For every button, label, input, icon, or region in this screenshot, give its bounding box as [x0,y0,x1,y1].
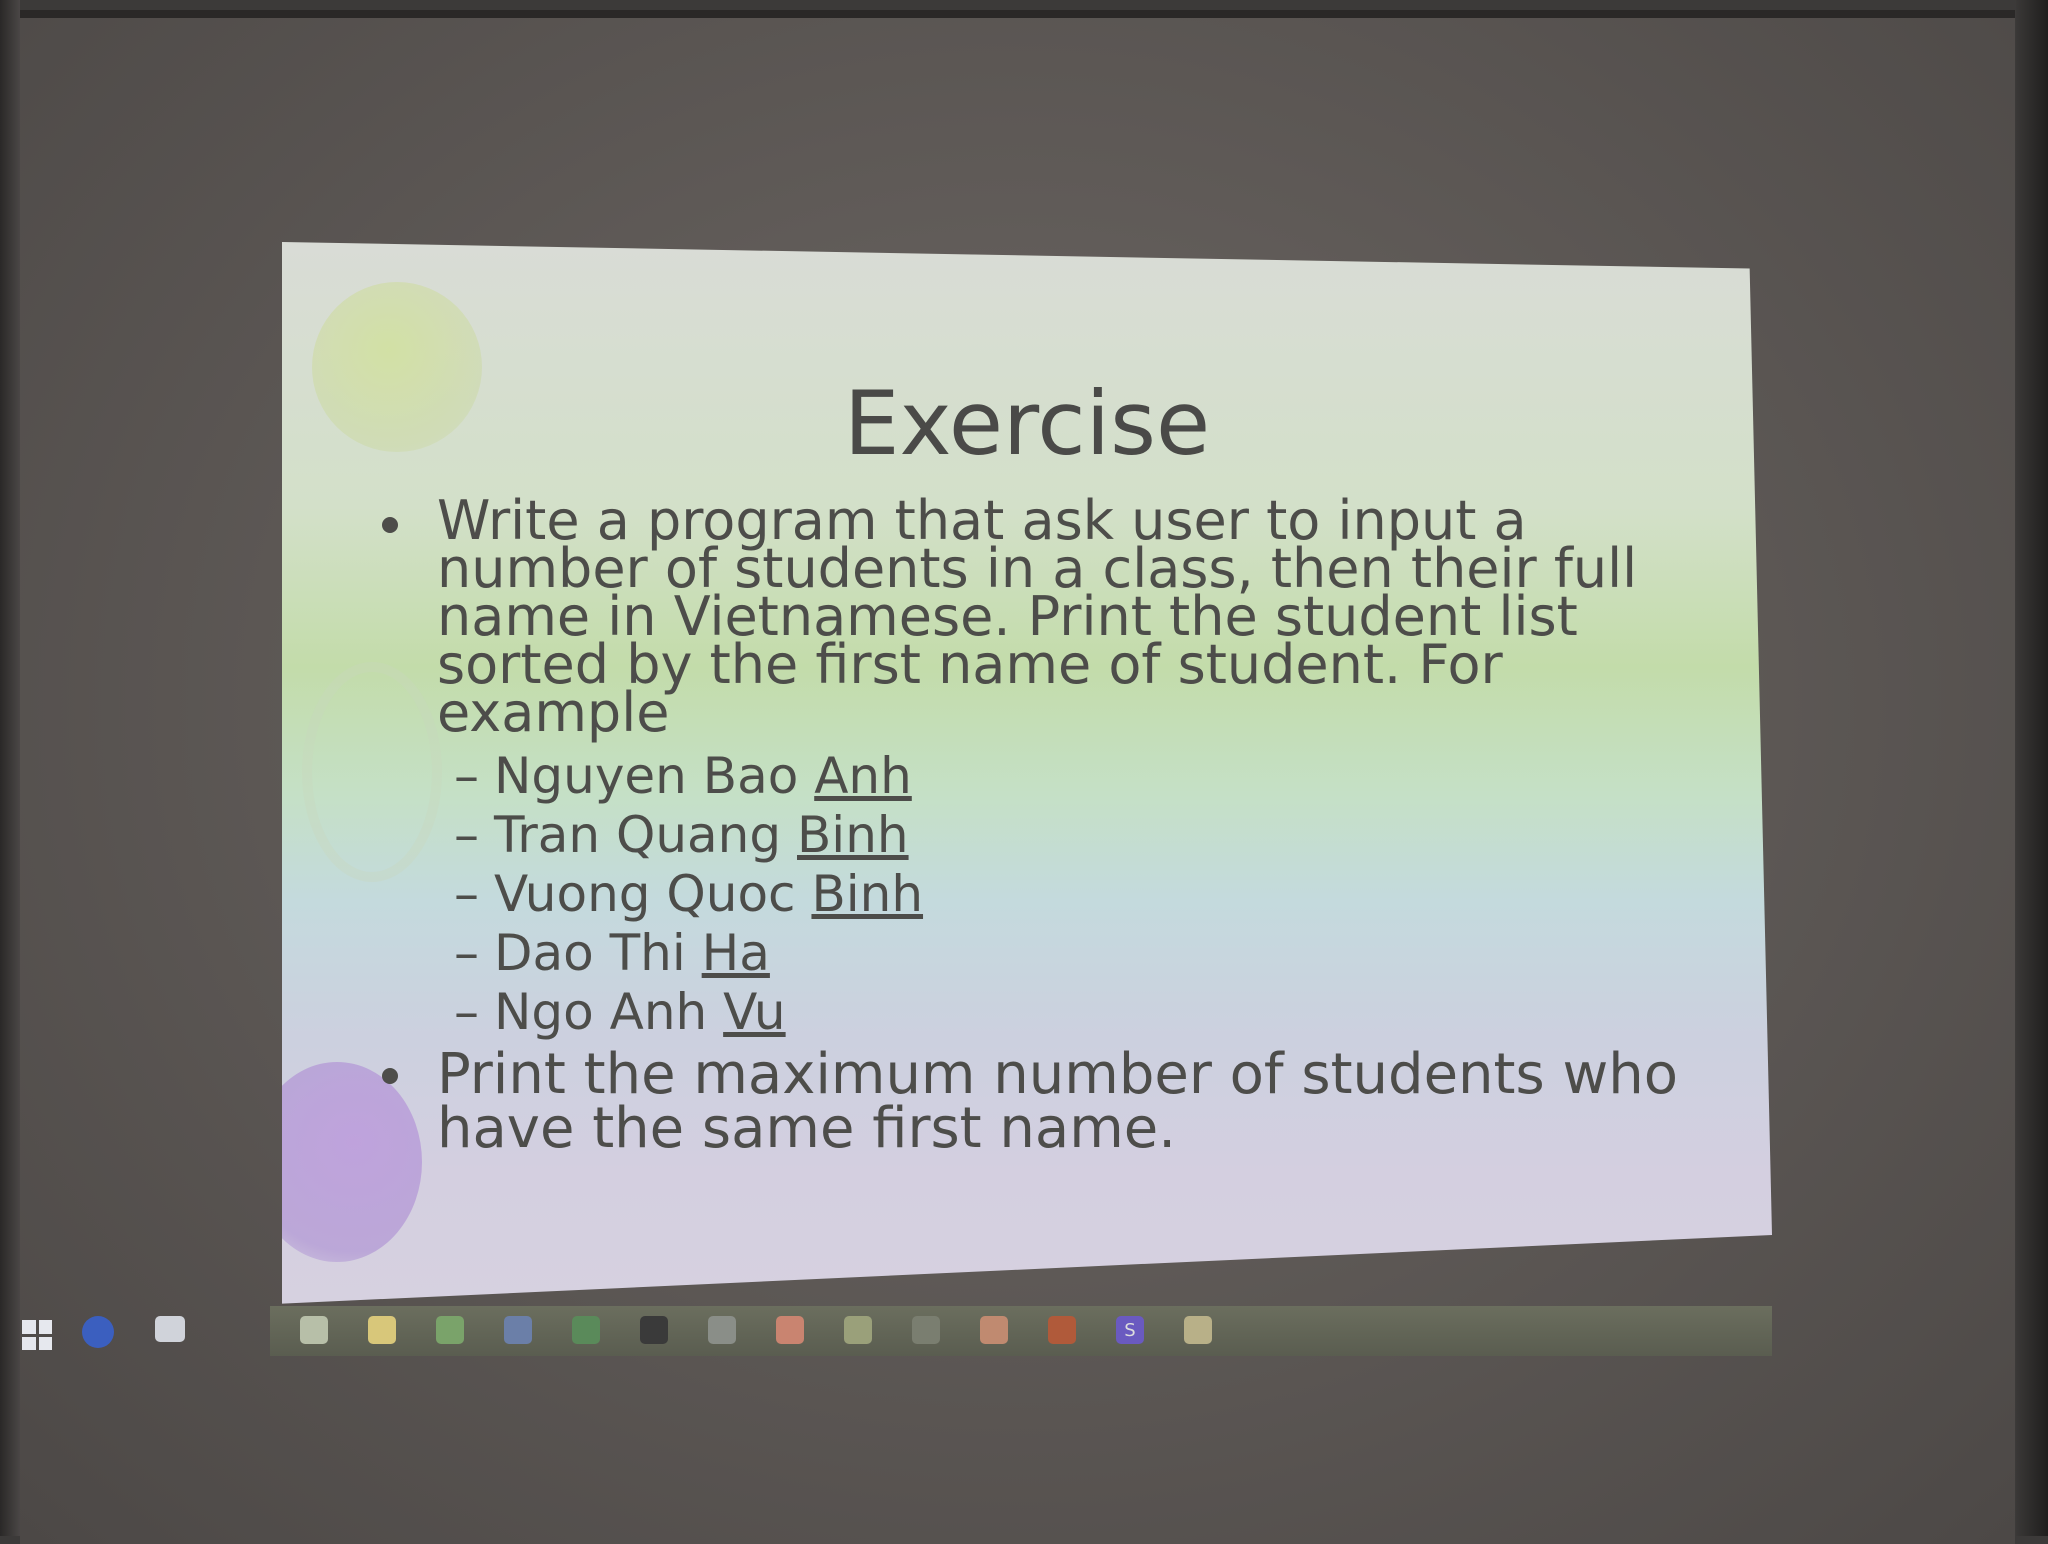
example-first-name: Binh [797,806,909,864]
app-icon-3[interactable] [436,1316,464,1344]
app-icon-6[interactable] [640,1316,668,1344]
task-view-icon[interactable] [155,1316,185,1342]
taskbar-strip [270,1306,1772,1356]
app-icon-12[interactable] [1048,1316,1076,1344]
example-list: – Nguyen Bao Anh – Tran Quang Binh – Vuong … [454,747,1712,1042]
bullet-text: Print the maximum number of students who… [437,1042,1679,1161]
example-rest: Tran Quang [494,806,782,864]
example-first-name: Vu [723,983,786,1041]
example-item: – Nguyen Bao Anh [454,747,912,805]
example-rest: Vuong Quoc [494,865,796,923]
app-icon-10[interactable] [912,1316,940,1344]
example-rest: Dao Thi [494,924,686,982]
bullet-text: Write a program that ask user to input a… [437,489,1638,744]
example-item: – Ngo Anh Vu [454,983,786,1041]
example-first-name: Ha [701,924,770,982]
app-icon-7[interactable] [708,1316,736,1344]
word-icon[interactable] [300,1316,328,1344]
bullet-item-1: Write a program that ask user to input a… [382,494,1712,740]
skype-icon[interactable]: S [1116,1316,1144,1344]
example-item: – Tran Quang Binh [454,806,909,864]
bullet-dot [382,1068,398,1084]
bullet-item-2: Print the maximum number of students who… [382,1047,1712,1157]
presentation-slide: Exercise Write a program that ask user t… [282,242,1772,1304]
cortana-icon[interactable] [82,1316,114,1348]
example-rest: Nguyen Bao [494,747,799,805]
chrome-icon[interactable] [572,1316,600,1344]
app-icon-14[interactable] [1184,1316,1212,1344]
slide-title: Exercise [843,372,1211,475]
example-item: – Vuong Quoc Binh [454,865,924,923]
windows-taskbar: S [0,1302,2048,1362]
app-icon-11[interactable] [980,1316,1008,1344]
example-rest: Ngo Anh [494,983,708,1041]
app-icon-9[interactable] [844,1316,872,1344]
windows-start-icon[interactable] [22,1320,52,1350]
example-item: – Dao Thi Ha [454,924,770,982]
bullet-dot [382,517,398,533]
example-first-name: Anh [814,747,912,805]
slide-body: Write a program that ask user to input a… [382,494,1712,1157]
example-first-name: Binh [811,865,924,923]
powerpoint-icon[interactable] [776,1316,804,1344]
file-explorer-icon[interactable] [368,1316,396,1344]
app-icon-4[interactable] [504,1316,532,1344]
